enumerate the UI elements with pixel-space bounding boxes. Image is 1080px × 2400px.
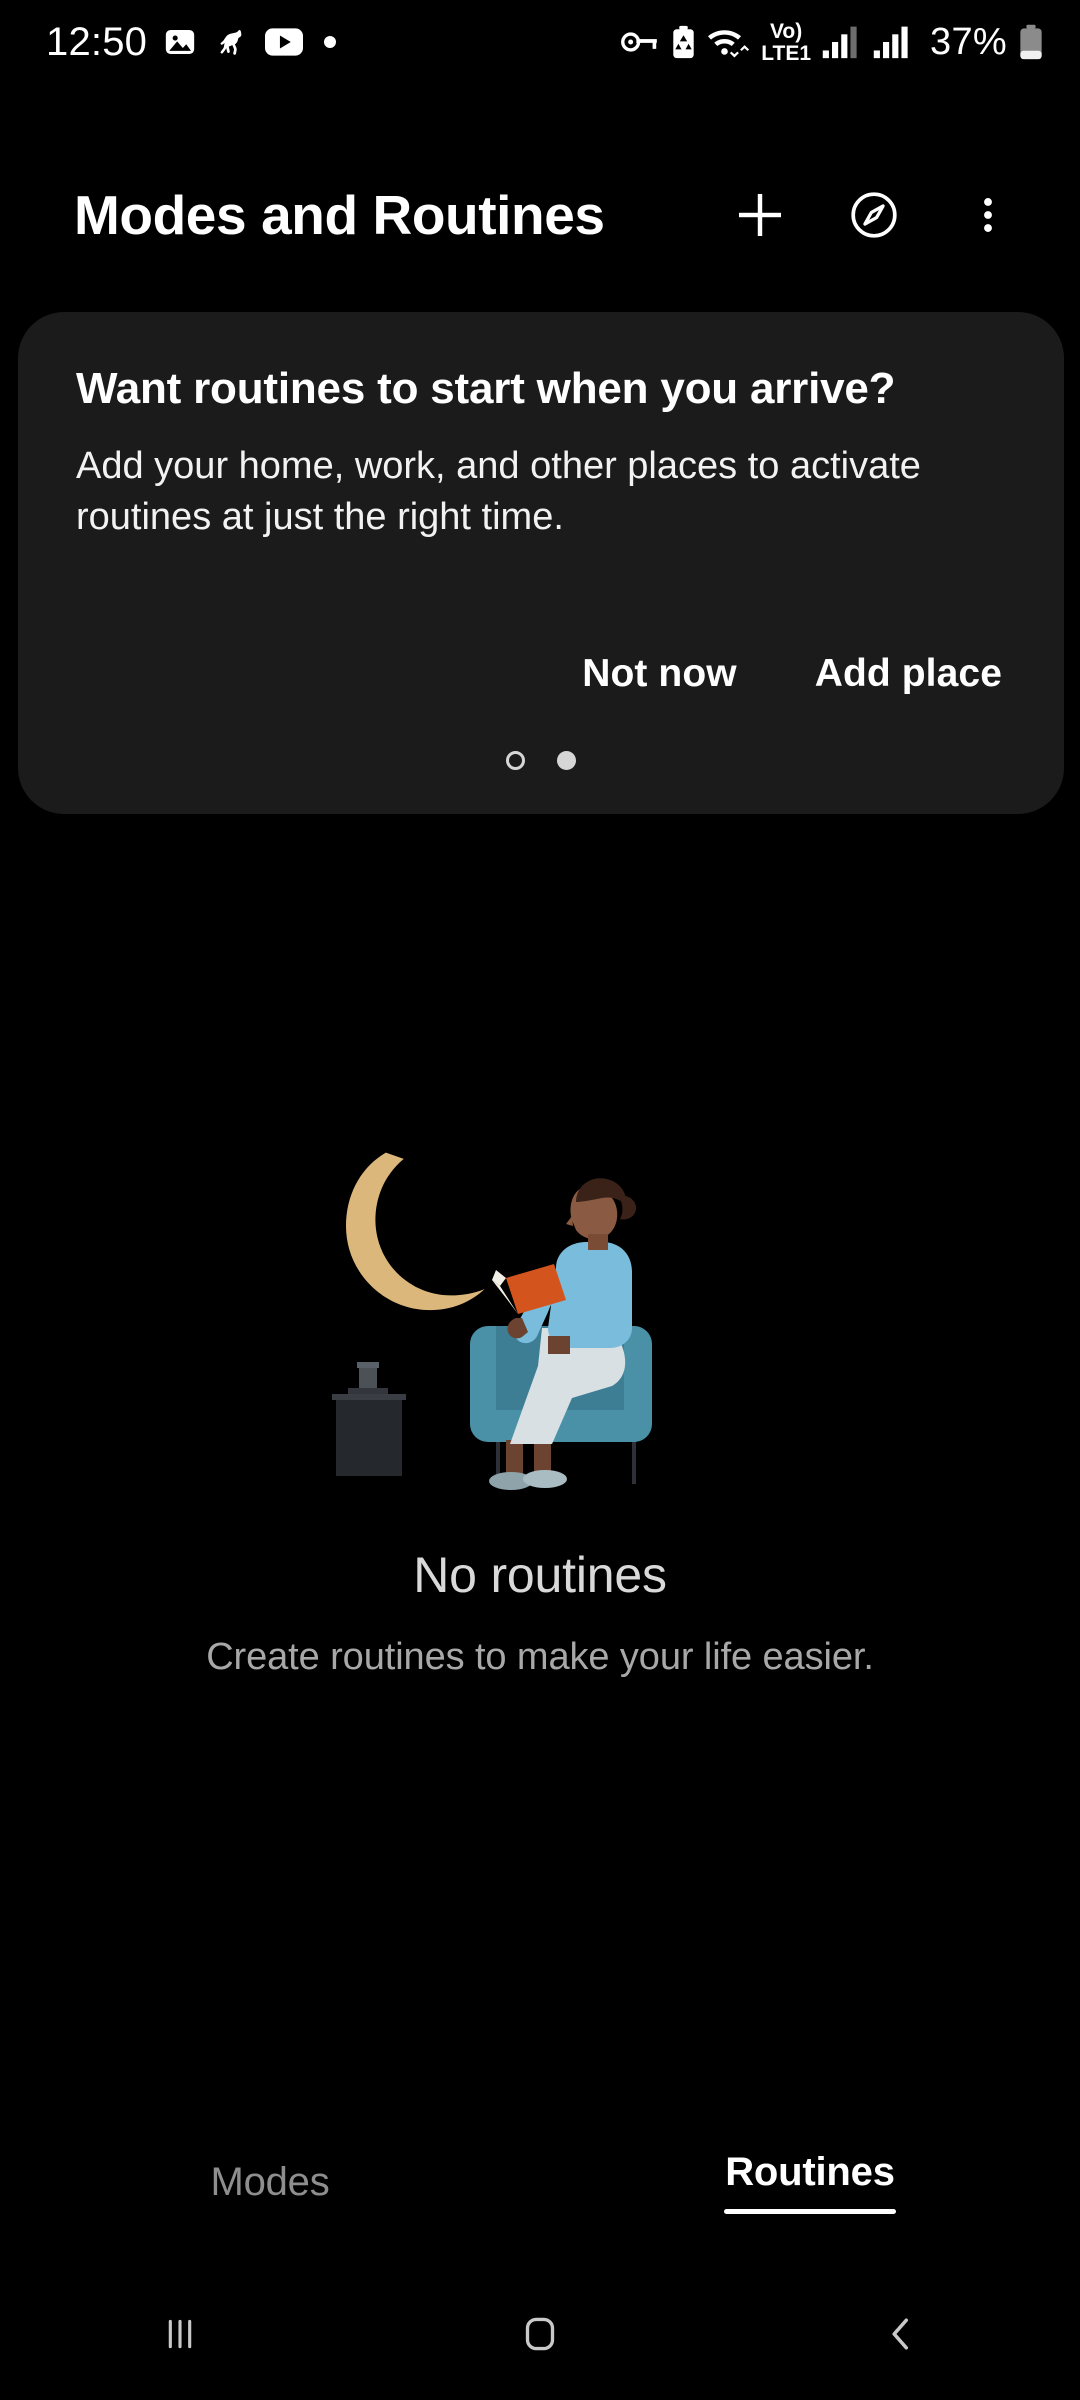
recents-button[interactable]: [0, 2268, 360, 2400]
page-title: Modes and Routines: [74, 184, 605, 246]
gallery-icon: [163, 25, 197, 59]
compass-icon: [848, 189, 900, 241]
volte-top-label: Vo): [769, 19, 803, 43]
pager-dot-2[interactable]: [557, 751, 576, 770]
volte-bottom-label: LTE1: [761, 41, 812, 65]
empty-state-subtitle: Create routines to make your life easier…: [206, 1636, 874, 1678]
vpn-key-icon: [621, 25, 659, 59]
battery-percent-label: 37%: [930, 20, 1007, 63]
horse-icon: [213, 24, 249, 60]
back-chevron-icon: [875, 2309, 925, 2359]
no-routines-illustration: [310, 1140, 770, 1500]
signal-sim2-icon: [873, 25, 913, 59]
add-button[interactable]: [708, 163, 812, 267]
more-options-button[interactable]: [936, 163, 1040, 267]
promo-card-actions: Not now Add place: [582, 652, 1002, 696]
plus-icon: [732, 187, 788, 243]
status-bar: 12:50 Vo) LTE1 37%: [0, 0, 1080, 84]
signal-sim1-icon: [822, 25, 862, 59]
empty-state-title: No routines: [413, 1547, 667, 1603]
three-dots-vertical-icon: [965, 192, 1011, 238]
youtube-icon: [265, 27, 304, 57]
android-nav-bar: [0, 2268, 1080, 2400]
tab-modes-label: Modes: [210, 2159, 330, 2204]
pager-dot-1[interactable]: [506, 751, 525, 770]
battery-saver-icon: [670, 25, 697, 59]
recents-icon: [155, 2309, 205, 2359]
wifi-icon: [708, 25, 750, 59]
tab-routines-label: Routines: [725, 2150, 895, 2194]
promo-card-pager: [18, 751, 1064, 770]
bottom-tab-bar: Modes Routines: [0, 2126, 1080, 2238]
header-actions: [708, 163, 1040, 267]
home-button[interactable]: [360, 2268, 720, 2400]
tab-active-indicator: [724, 2209, 896, 2214]
phone-screen: 12:50 Vo) LTE1 37% Modes and Routines Wa…: [0, 0, 1080, 2400]
promo-card[interactable]: Want routines to start when you arrive? …: [18, 312, 1064, 814]
tab-routines[interactable]: Routines: [540, 2126, 1080, 2238]
promo-card-title: Want routines to start when you arrive?: [76, 364, 896, 413]
not-now-button[interactable]: Not now: [582, 652, 737, 696]
notification-dot-icon: [324, 36, 337, 48]
add-place-button[interactable]: Add place: [815, 652, 1002, 696]
empty-state: No routines Create routines to make your…: [0, 1140, 1080, 1679]
app-header: Modes and Routines: [0, 160, 1080, 270]
status-bar-right: Vo) LTE1 37%: [621, 21, 1044, 64]
volte-icon: Vo) LTE1: [761, 21, 811, 64]
discover-button[interactable]: [822, 163, 926, 267]
promo-card-body: Add your home, work, and other places to…: [76, 444, 921, 539]
back-button[interactable]: [720, 2268, 1080, 2400]
status-bar-clock: 12:50: [46, 19, 148, 64]
status-bar-left: 12:50: [46, 19, 337, 65]
battery-icon: [1018, 24, 1044, 60]
tab-modes[interactable]: Modes: [0, 2126, 540, 2238]
home-icon: [515, 2309, 565, 2359]
